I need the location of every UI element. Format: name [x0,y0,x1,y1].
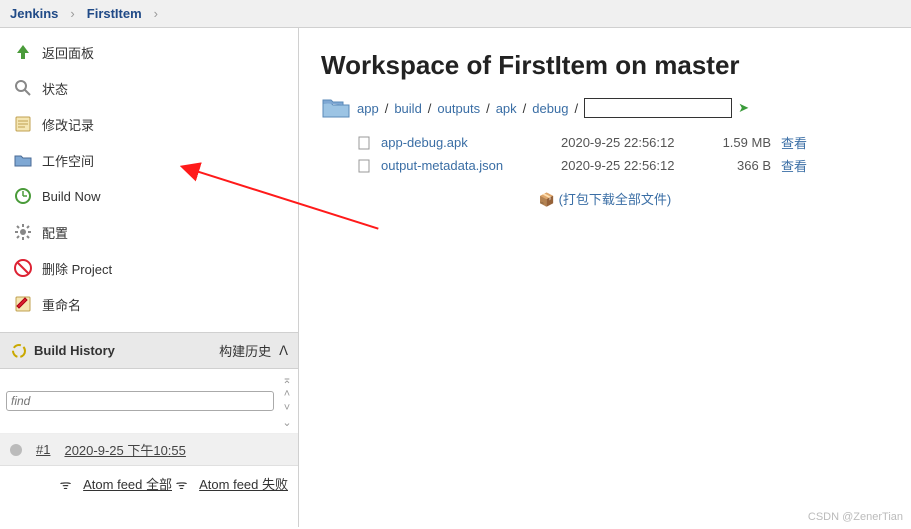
sidebar-item-workspace[interactable]: 工作空间 [0,142,298,178]
file-row: output-metadata.json 2020-9-25 22:56:12 … [357,154,889,177]
build-history-feeds: ᯤ Atom feed 全部 ᯤ Atom feed 失败 [0,466,298,501]
sidebar-item-rename[interactable]: 重命名 [0,286,298,322]
up-arrow-icon [12,41,34,63]
sidebar-item-label: 返回面板 [42,43,94,62]
path-seg[interactable]: debug [532,101,568,116]
status-ball-icon [10,444,22,456]
sidebar-item-changes[interactable]: 修改记录 [0,106,298,142]
find-input[interactable] [6,391,274,411]
sidebar-item-build-now[interactable]: Build Now [0,178,298,214]
sidebar-item-back[interactable]: 返回面板 [0,34,298,70]
build-history-find: ⌅ ˄ ˅ ⌄ [0,369,298,434]
file-list: app-debug.apk 2020-9-25 22:56:12 1.59 MB… [357,131,889,177]
file-view[interactable]: 查看 [781,133,807,152]
file-view[interactable]: 查看 [781,156,807,175]
build-history-row[interactable]: #1 2020-9-25 下午10:55 [0,434,298,466]
sidebar-item-label: 修改记录 [42,115,94,134]
gear-icon [12,221,34,243]
go-icon[interactable]: ➤ [738,100,749,116]
sidebar-item-label: Build Now [42,189,101,204]
file-date: 2020-9-25 22:56:12 [561,158,701,173]
path-seg[interactable]: outputs [437,101,480,116]
file-date: 2020-9-25 22:56:12 [561,135,701,150]
watermark: CSDN @ZenerTian [808,511,903,523]
breadcrumb: Jenkins › FirstItem › [0,0,911,28]
build-number[interactable]: #1 [36,442,50,457]
file-row: app-debug.apk 2020-9-25 22:56:12 1.59 MB… [357,131,889,154]
edit-icon [12,293,34,315]
search-icon [12,77,34,99]
feed-all[interactable]: Atom feed 全部 [83,477,172,492]
sidebar: 返回面板 状态 修改记录 工作空间 Build Now 配置 [0,28,299,527]
chevron-right-icon: › [154,6,158,21]
rss-icon: ᯤ [60,477,72,492]
scroll-down-icon[interactable]: ˅ [284,402,290,414]
scroll-down2-icon[interactable]: ⌄ [282,416,291,429]
sidebar-item-label: 删除 Project [42,259,112,278]
chevron-up-icon[interactable]: ᐱ [279,343,288,359]
file-name[interactable]: output-metadata.json [381,158,551,173]
scroll-up2-icon[interactable]: ˄ [284,388,290,400]
file-size: 366 B [711,158,771,173]
build-history-sub: 构建历史 [219,341,271,360]
notepad-icon [12,113,34,135]
breadcrumb-jenkins[interactable]: Jenkins [10,6,58,21]
cycle-icon [10,342,28,360]
folder-open-icon [321,95,351,121]
download-all: 📦 (打包下载全部文件) [321,189,889,208]
breadcrumb-firstitem[interactable]: FirstItem [87,6,142,21]
path-seg[interactable]: build [394,101,421,116]
file-name[interactable]: app-debug.apk [381,135,551,150]
clock-icon [12,185,34,207]
path-seg[interactable]: app [357,101,379,116]
sidebar-item-label: 重命名 [42,295,81,314]
feed-fail[interactable]: Atom feed 失败 [199,477,288,492]
build-history-header: Build History 构建历史 ᐱ [0,332,298,369]
page-title: Workspace of FirstItem on master [321,50,889,81]
path-seg[interactable]: apk [496,101,517,116]
folder-icon [12,149,34,171]
build-history-title: Build History [34,343,115,358]
chevron-right-icon: › [70,6,74,21]
download-all-link[interactable]: (打包下载全部文件) [559,192,672,207]
delete-icon [12,257,34,279]
sidebar-item-configure[interactable]: 配置 [0,214,298,250]
scroll-up-icon[interactable]: ⌅ [282,373,291,386]
sidebar-item-label: 工作空间 [42,151,94,170]
build-time[interactable]: 2020-9-25 下午10:55 [64,440,185,459]
workspace-path: app / build / outputs / apk / debug / ➤ [321,95,889,121]
main-panel: Workspace of FirstItem on master app / b… [299,28,911,527]
file-icon [357,159,371,173]
file-size: 1.59 MB [711,135,771,150]
sidebar-item-delete[interactable]: 删除 Project [0,250,298,286]
path-input[interactable] [584,98,732,118]
sidebar-item-label: 状态 [42,79,68,98]
rss-icon: ᯤ [176,477,188,492]
package-icon: 📦 [539,192,555,207]
file-icon [357,136,371,150]
sidebar-item-label: 配置 [42,223,68,242]
sidebar-item-status[interactable]: 状态 [0,70,298,106]
